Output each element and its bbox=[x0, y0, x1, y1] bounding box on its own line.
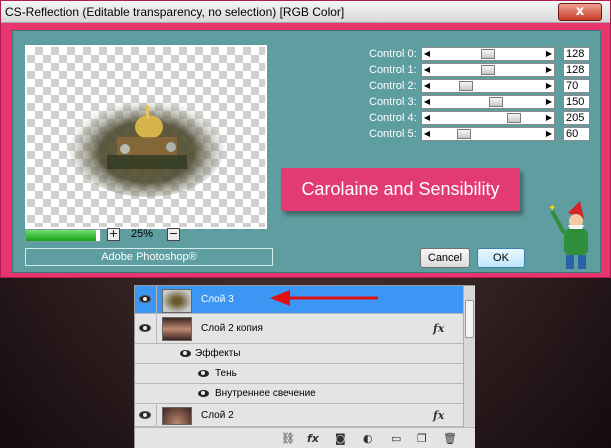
adjustment-icon[interactable]: ◐ bbox=[363, 432, 373, 445]
dialog-client-area: + 25% − Adobe Photoshop® Control 0: ◀ ▶ … bbox=[12, 30, 601, 273]
slider-right-arrow-icon[interactable]: ▶ bbox=[544, 80, 554, 92]
control-slider[interactable]: ◀ ▶ bbox=[421, 127, 555, 141]
effect-row-shadow[interactable]: Тень bbox=[135, 364, 463, 384]
layer-thumbnail bbox=[162, 289, 192, 313]
slider-left-arrow-icon[interactable]: ◀ bbox=[422, 128, 432, 140]
control-label: Control 2: bbox=[369, 80, 417, 92]
folder-icon[interactable]: ▭ bbox=[391, 432, 401, 445]
zoom-level: 25% bbox=[131, 228, 154, 240]
layer-thumbnail bbox=[162, 407, 192, 425]
effect-name: Внутреннее свечение bbox=[215, 388, 316, 399]
trash-icon[interactable]: 🗑 bbox=[443, 432, 457, 445]
layer-name[interactable]: Слой 2 bbox=[201, 410, 234, 421]
slider-thumb[interactable] bbox=[489, 97, 503, 107]
layers-panel: Слой 3 Слой 2 копия fx Эффекты Тень Внут… bbox=[134, 285, 475, 448]
eye-icon[interactable] bbox=[198, 370, 209, 377]
cancel-button[interactable]: Cancel bbox=[420, 248, 470, 268]
control-value-field[interactable]: 60 bbox=[563, 127, 590, 141]
layer-name[interactable]: Слой 2 копия bbox=[201, 323, 263, 334]
slider-left-arrow-icon[interactable]: ◀ bbox=[422, 96, 432, 108]
gnome-mascot-icon: ✦ bbox=[548, 201, 588, 269]
slider-right-arrow-icon[interactable]: ▶ bbox=[544, 64, 554, 76]
eye-icon[interactable] bbox=[198, 390, 209, 397]
visibility-toggle[interactable] bbox=[135, 314, 157, 343]
slider-left-arrow-icon[interactable]: ◀ bbox=[422, 80, 432, 92]
control-row: Control 0: ◀ ▶ 128 bbox=[353, 46, 593, 62]
slider-right-arrow-icon[interactable]: ▶ bbox=[544, 112, 554, 124]
scrollbar-thumb[interactable] bbox=[465, 300, 474, 338]
control-label: Control 4: bbox=[369, 112, 417, 124]
control-value-field[interactable]: 128 bbox=[563, 63, 590, 77]
slider-thumb[interactable] bbox=[507, 113, 521, 123]
zoom-in-button[interactable]: + bbox=[107, 228, 120, 241]
layer-name[interactable]: Слой 3 bbox=[201, 294, 234, 305]
control-row: Control 4: ◀ ▶ 205 bbox=[353, 110, 593, 126]
layers-scrollbar[interactable] bbox=[463, 286, 475, 427]
progress-fill bbox=[26, 230, 97, 241]
brand-bar: Adobe Photoshop® bbox=[25, 248, 273, 266]
layers-panel-footer: ⛓ fx ◙ ◐ ▭ ❐ 🗑 bbox=[135, 427, 475, 448]
slider-left-arrow-icon[interactable]: ◀ bbox=[422, 64, 432, 76]
control-value-field[interactable]: 205 bbox=[563, 111, 590, 125]
link-icon[interactable]: ⛓ bbox=[281, 432, 295, 445]
slider-right-arrow-icon[interactable]: ▶ bbox=[544, 128, 554, 140]
preview-canvas[interactable] bbox=[25, 45, 267, 229]
control-slider[interactable]: ◀ ▶ bbox=[421, 95, 555, 109]
fx-icon[interactable]: fx bbox=[433, 322, 444, 335]
dialog-title: CS-Reflection (Editable transparency, no… bbox=[5, 5, 345, 19]
close-button[interactable]: x bbox=[558, 3, 602, 21]
slider-thumb[interactable] bbox=[481, 49, 495, 59]
eye-icon bbox=[139, 324, 151, 332]
plugin-dialog: CS-Reflection (Editable transparency, no… bbox=[0, 0, 611, 278]
mask-icon[interactable]: ◙ bbox=[335, 432, 346, 445]
effects-row[interactable]: Эффекты bbox=[135, 344, 463, 364]
control-slider[interactable]: ◀ ▶ bbox=[421, 79, 555, 93]
control-slider[interactable]: ◀ ▶ bbox=[421, 47, 555, 61]
effects-label: Эффекты bbox=[195, 348, 241, 359]
ok-button[interactable]: OK bbox=[477, 248, 525, 268]
preview-image bbox=[69, 97, 225, 197]
control-label: Control 5: bbox=[369, 128, 417, 140]
control-label: Control 0: bbox=[369, 48, 417, 60]
zoom-out-button[interactable]: − bbox=[167, 228, 180, 241]
layer-thumbnail bbox=[162, 317, 192, 341]
control-slider[interactable]: ◀ ▶ bbox=[421, 111, 555, 125]
svg-text:✦: ✦ bbox=[548, 203, 556, 214]
control-row: Control 2: ◀ ▶ 70 bbox=[353, 78, 593, 94]
progress-bar bbox=[25, 229, 101, 242]
slider-left-arrow-icon[interactable]: ◀ bbox=[422, 48, 432, 60]
title-bar[interactable]: CS-Reflection (Editable transparency, no… bbox=[1, 1, 610, 23]
watermark-banner: Carolaine and Sensibility bbox=[281, 168, 520, 211]
fx-icon[interactable]: fx bbox=[433, 409, 444, 422]
control-label: Control 3: bbox=[369, 96, 417, 108]
fx-icon[interactable]: fx bbox=[307, 432, 319, 445]
slider-left-arrow-icon[interactable]: ◀ bbox=[422, 112, 432, 124]
red-arrow-icon bbox=[270, 290, 378, 306]
layer-row-sloy-2-kopiya[interactable]: Слой 2 копия fx bbox=[135, 314, 463, 344]
visibility-toggle[interactable] bbox=[135, 286, 157, 313]
eye-icon[interactable] bbox=[180, 350, 191, 357]
new-layer-icon[interactable]: ❐ bbox=[417, 432, 427, 445]
control-row: Control 3: ◀ ▶ 150 bbox=[353, 94, 593, 110]
eye-icon bbox=[139, 411, 151, 419]
slider-right-arrow-icon[interactable]: ▶ bbox=[544, 48, 554, 60]
slider-thumb[interactable] bbox=[457, 129, 471, 139]
control-label: Control 1: bbox=[369, 64, 417, 76]
eye-icon bbox=[139, 295, 151, 303]
slider-right-arrow-icon[interactable]: ▶ bbox=[544, 96, 554, 108]
slider-thumb[interactable] bbox=[481, 65, 495, 75]
visibility-toggle[interactable] bbox=[135, 404, 157, 426]
control-value-field[interactable]: 70 bbox=[563, 79, 590, 93]
control-row: Control 1: ◀ ▶ 128 bbox=[353, 62, 593, 78]
control-value-field[interactable]: 128 bbox=[563, 47, 590, 61]
effect-name: Тень bbox=[215, 368, 237, 379]
layer-row-sloy-2[interactable]: Слой 2 fx bbox=[135, 404, 463, 427]
effect-row-inner-glow[interactable]: Внутреннее свечение bbox=[135, 384, 463, 404]
control-row: Control 5: ◀ ▶ 60 bbox=[353, 126, 593, 142]
control-slider[interactable]: ◀ ▶ bbox=[421, 63, 555, 77]
control-value-field[interactable]: 150 bbox=[563, 95, 590, 109]
slider-thumb[interactable] bbox=[459, 81, 473, 91]
